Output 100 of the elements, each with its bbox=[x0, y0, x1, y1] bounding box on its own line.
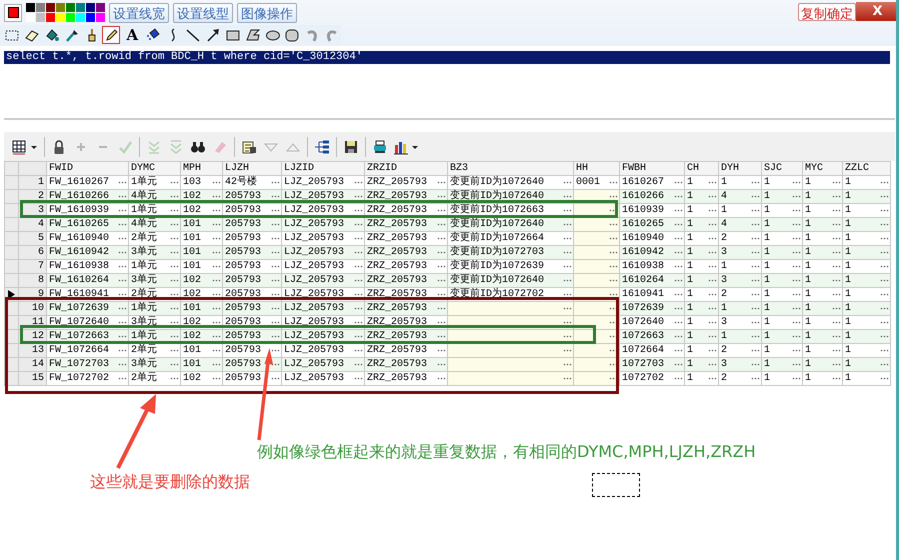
ellipsis-icon[interactable] bbox=[212, 181, 221, 184]
ellipsis-icon[interactable] bbox=[118, 181, 127, 184]
ellipsis-icon[interactable] bbox=[170, 307, 179, 310]
ellipsis-icon[interactable] bbox=[271, 209, 280, 212]
ellipsis-icon[interactable] bbox=[271, 195, 280, 198]
ellipsis-icon[interactable] bbox=[708, 209, 717, 212]
ellipsis-icon[interactable] bbox=[437, 349, 446, 352]
ellipsis-icon[interactable] bbox=[212, 195, 221, 198]
ellipsis-icon[interactable] bbox=[708, 251, 717, 254]
ellipsis-icon[interactable] bbox=[563, 321, 572, 324]
tree-icon[interactable] bbox=[314, 138, 330, 154]
ellipsis-icon[interactable] bbox=[563, 181, 572, 184]
ellipsis-icon[interactable] bbox=[170, 321, 179, 324]
ellipsis-icon[interactable] bbox=[792, 307, 801, 310]
color-swatch[interactable] bbox=[36, 13, 45, 22]
ellipsis-icon[interactable] bbox=[118, 265, 127, 268]
ellipsis-icon[interactable] bbox=[354, 293, 363, 296]
ellipsis-icon[interactable] bbox=[609, 223, 618, 226]
color-swatch[interactable] bbox=[26, 13, 35, 22]
ellipsis-icon[interactable] bbox=[832, 363, 841, 366]
ellipsis-icon[interactable] bbox=[563, 279, 572, 282]
column-header[interactable]: FWID bbox=[46, 162, 128, 176]
column-header[interactable]: FWBH bbox=[620, 162, 684, 176]
ellipsis-icon[interactable] bbox=[354, 335, 363, 338]
ellipsis-icon[interactable] bbox=[271, 335, 280, 338]
column-header[interactable]: DYH bbox=[718, 162, 762, 176]
ellipsis-icon[interactable] bbox=[271, 265, 280, 268]
ellipsis-icon[interactable] bbox=[609, 237, 618, 240]
ellipsis-icon[interactable] bbox=[354, 279, 363, 282]
ellipsis-icon[interactable] bbox=[751, 279, 760, 282]
row-number[interactable]: 6 bbox=[18, 246, 46, 260]
ellipsis-icon[interactable] bbox=[170, 209, 179, 212]
column-header[interactable]: ZZLC bbox=[842, 162, 890, 176]
color-swatch[interactable] bbox=[46, 13, 55, 22]
row-number[interactable]: 5 bbox=[18, 232, 46, 246]
ellipsis-icon[interactable] bbox=[792, 335, 801, 338]
ellipsis-icon[interactable] bbox=[609, 251, 618, 254]
ellipsis-icon[interactable] bbox=[118, 223, 127, 226]
ellipsis-icon[interactable] bbox=[271, 181, 280, 184]
ellipsis-icon[interactable] bbox=[674, 181, 683, 184]
row-number[interactable]: 10 bbox=[18, 302, 46, 316]
ellipsis-icon[interactable] bbox=[674, 307, 683, 310]
color-swatch[interactable] bbox=[76, 13, 85, 22]
ellipsis-icon[interactable] bbox=[880, 251, 889, 254]
ellipsis-icon[interactable] bbox=[437, 307, 446, 310]
column-header[interactable]: ZRZID bbox=[364, 162, 448, 176]
ellipsis-icon[interactable] bbox=[437, 181, 446, 184]
ellipsis-icon[interactable] bbox=[271, 307, 280, 310]
ellipsis-icon[interactable] bbox=[792, 279, 801, 282]
ellipsis-icon[interactable] bbox=[437, 321, 446, 324]
color-swatch[interactable] bbox=[96, 13, 105, 22]
ellipsis-icon[interactable] bbox=[437, 279, 446, 282]
color-swatch[interactable] bbox=[66, 3, 75, 12]
ellipsis-icon[interactable] bbox=[212, 307, 221, 310]
ellipsis-icon[interactable] bbox=[708, 307, 717, 310]
ellipsis-icon[interactable] bbox=[563, 349, 572, 352]
ellipsis-icon[interactable] bbox=[880, 237, 889, 240]
ellipsis-icon[interactable] bbox=[437, 237, 446, 240]
ellipsis-icon[interactable] bbox=[118, 349, 127, 352]
ellipsis-icon[interactable] bbox=[832, 349, 841, 352]
ellipsis-icon[interactable] bbox=[118, 237, 127, 240]
ellipsis-icon[interactable] bbox=[271, 223, 280, 226]
grid-menu-icon[interactable] bbox=[12, 138, 38, 154]
ellipsis-icon[interactable] bbox=[354, 377, 363, 380]
ellipsis-icon[interactable] bbox=[708, 363, 717, 366]
ellipsis-icon[interactable] bbox=[609, 265, 618, 268]
printer-icon[interactable] bbox=[372, 138, 388, 154]
ellipsis-icon[interactable] bbox=[832, 195, 841, 198]
ellipsis-icon[interactable] bbox=[118, 321, 127, 324]
ellipsis-icon[interactable] bbox=[674, 237, 683, 240]
ellipsis-icon[interactable] bbox=[708, 321, 717, 324]
ellipsis-icon[interactable] bbox=[354, 195, 363, 198]
ellipsis-icon[interactable] bbox=[832, 279, 841, 282]
ellipsis-icon[interactable] bbox=[708, 237, 717, 240]
ellipsis-icon[interactable] bbox=[832, 335, 841, 338]
ellipsis-icon[interactable] bbox=[880, 279, 889, 282]
copy-confirm-button[interactable]: 复制确定 bbox=[798, 3, 856, 21]
ellipsis-icon[interactable] bbox=[354, 363, 363, 366]
ellipsis-icon[interactable] bbox=[563, 251, 572, 254]
ellipsis-icon[interactable] bbox=[118, 195, 127, 198]
ellipsis-icon[interactable] bbox=[880, 293, 889, 296]
ellipsis-icon[interactable] bbox=[832, 181, 841, 184]
pencil-tool-icon[interactable] bbox=[102, 26, 120, 44]
ellipsis-icon[interactable] bbox=[792, 209, 801, 212]
color-swatch[interactable] bbox=[56, 3, 65, 12]
ellipsis-icon[interactable] bbox=[708, 181, 717, 184]
ellipsis-icon[interactable] bbox=[170, 265, 179, 268]
ellipsis-icon[interactable] bbox=[212, 223, 221, 226]
ellipsis-icon[interactable] bbox=[437, 209, 446, 212]
ellipsis-icon[interactable] bbox=[563, 363, 572, 366]
ellipsis-icon[interactable] bbox=[751, 293, 760, 296]
ellipsis-icon[interactable] bbox=[212, 237, 221, 240]
ellipsis-icon[interactable] bbox=[792, 377, 801, 380]
ellipsis-icon[interactable] bbox=[563, 307, 572, 310]
ellipsis-icon[interactable] bbox=[880, 335, 889, 338]
color-swatch[interactable] bbox=[96, 3, 105, 12]
ellipsis-icon[interactable] bbox=[212, 265, 221, 268]
column-header[interactable]: MPH bbox=[180, 162, 222, 176]
ellipsis-icon[interactable] bbox=[271, 279, 280, 282]
column-header[interactable]: MYC bbox=[802, 162, 842, 176]
